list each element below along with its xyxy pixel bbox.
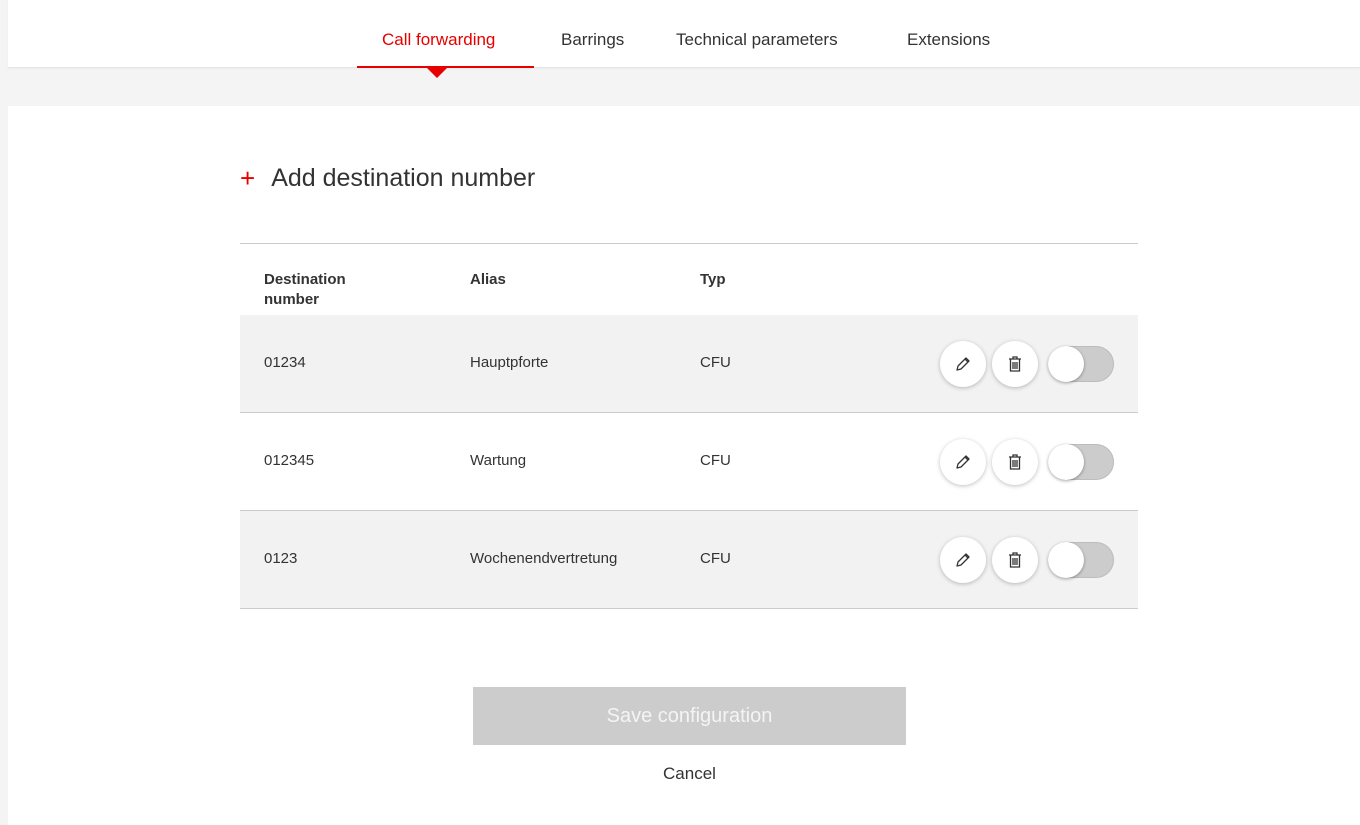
active-tab-caret-icon: [427, 68, 447, 78]
destination-number-cell: 01234: [264, 354, 306, 371]
delete-button[interactable]: [992, 341, 1038, 387]
top-tab-bar: Call forwarding Barrings Technical param…: [8, 0, 1360, 68]
row-actions: [940, 537, 1114, 583]
destination-table: Destination number Alias Typ 01234 Haupt…: [240, 243, 1138, 609]
trash-icon: [1009, 454, 1021, 470]
cancel-link[interactable]: Cancel: [473, 764, 906, 784]
delete-button[interactable]: [992, 439, 1038, 485]
pencil-icon: [956, 357, 970, 371]
enable-toggle[interactable]: [1048, 444, 1114, 480]
alias-cell: Wartung: [470, 452, 527, 469]
table-row: 012345 Wartung CFU: [240, 413, 1138, 511]
trash-icon: [1009, 356, 1021, 372]
add-destination-button[interactable]: + Add destination number: [240, 163, 535, 193]
add-destination-label: Add destination number: [271, 163, 536, 192]
table-row: 0123 Wochenendvertretung CFU: [240, 511, 1138, 609]
toggle-knob: [1048, 542, 1084, 578]
tab-call-forwarding[interactable]: Call forwarding: [382, 30, 495, 50]
typ-cell: CFU: [700, 354, 731, 371]
plus-icon: +: [240, 163, 256, 193]
row-actions: [940, 439, 1114, 485]
edit-button[interactable]: [940, 341, 986, 387]
trash-icon: [1009, 552, 1021, 568]
header-alias: Alias: [470, 271, 506, 288]
enable-toggle[interactable]: [1048, 542, 1114, 578]
row-actions: [940, 341, 1114, 387]
delete-button[interactable]: [992, 537, 1038, 583]
edit-button[interactable]: [940, 439, 986, 485]
pencil-icon: [956, 553, 970, 567]
alias-cell: Hauptpforte: [470, 354, 549, 371]
enable-toggle[interactable]: [1048, 346, 1114, 382]
toggle-knob: [1048, 444, 1084, 480]
table-row: 01234 Hauptpforte CFU: [240, 315, 1138, 413]
header-destination-number: Destination number: [264, 271, 346, 308]
tab-barrings[interactable]: Barrings: [561, 30, 624, 50]
alias-cell: Wochenendvertretung: [470, 550, 618, 567]
tab-list: Call forwarding Barrings Technical param…: [8, 0, 1360, 68]
table-header: Destination number Alias Typ: [240, 244, 1138, 315]
typ-cell: CFU: [700, 452, 731, 469]
destination-number-cell: 0123: [264, 550, 298, 567]
destination-number-cell: 012345: [264, 452, 315, 469]
typ-cell: CFU: [700, 550, 731, 567]
edit-button[interactable]: [940, 537, 986, 583]
tab-extensions[interactable]: Extensions: [907, 30, 990, 50]
tab-technical-parameters[interactable]: Technical parameters: [676, 30, 838, 50]
toggle-knob: [1048, 346, 1084, 382]
save-configuration-button[interactable]: Save configuration: [473, 687, 906, 745]
pencil-icon: [956, 455, 970, 469]
header-typ: Typ: [700, 271, 726, 288]
